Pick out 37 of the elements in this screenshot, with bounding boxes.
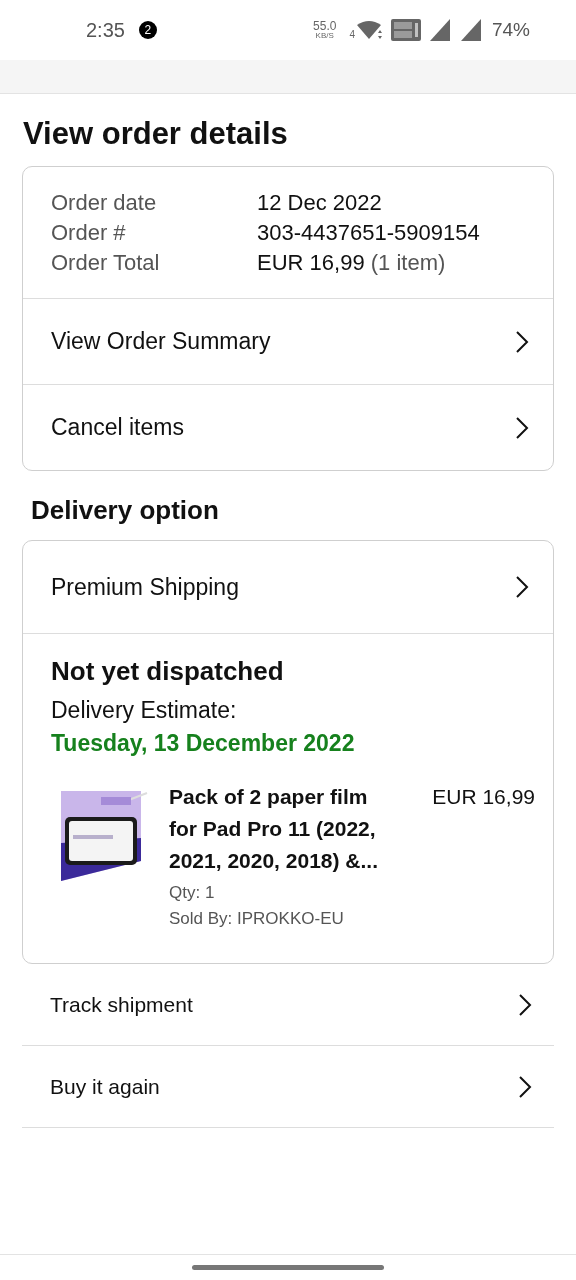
seller: Sold By: IPROKKO-EU bbox=[169, 909, 345, 929]
signal-icon bbox=[460, 19, 483, 41]
shipment-status: Not yet dispatched bbox=[51, 656, 285, 687]
chevron-right-icon bbox=[518, 1074, 532, 1099]
network-speed: 55.0 bbox=[313, 20, 337, 32]
link-row[interactable]: Premium Shipping bbox=[23, 541, 553, 633]
action-row[interactable]: Buy it again bbox=[22, 1046, 554, 1128]
clock-time: 2:35 bbox=[86, 18, 125, 42]
field-value: 12 Dec 2022 bbox=[257, 190, 383, 216]
field-label: Order date bbox=[51, 190, 158, 216]
quantity: Qty: 1 bbox=[169, 883, 216, 903]
item-count: (1 item) bbox=[370, 250, 446, 275]
link-row[interactable]: View Order Summary bbox=[23, 298, 553, 384]
wifi-icon bbox=[355, 20, 382, 40]
field-label: Order Total bbox=[51, 250, 161, 276]
action-row[interactable]: Track shipment bbox=[22, 964, 554, 1046]
field-value: EUR 16,99 bbox=[257, 250, 365, 275]
field-label: Order # bbox=[51, 220, 127, 246]
vowifi-icon bbox=[390, 19, 421, 41]
signal-icon bbox=[429, 19, 452, 41]
notification-badge: 2 bbox=[138, 21, 157, 39]
battery-percentage: 74% bbox=[491, 19, 530, 41]
chevron-right-icon bbox=[515, 329, 529, 354]
section-heading: Delivery option bbox=[31, 495, 220, 526]
product-price: EUR 16,99 bbox=[432, 784, 535, 810]
product-title[interactable]: Pack of 2 paper film for Pad Pro 11 (2022, 2021, 2020, 2018) &... bbox=[169, 781, 401, 877]
chevron-right-icon bbox=[515, 575, 529, 599]
link-row[interactable]: Cancel items bbox=[23, 384, 553, 470]
chevron-right-icon bbox=[515, 415, 529, 440]
chevron-right-icon bbox=[518, 992, 532, 1017]
estimate-date: Tuesday, 13 December 2022 bbox=[51, 730, 356, 757]
gesture-handle[interactable] bbox=[192, 1265, 384, 1270]
page-title: View order details bbox=[23, 116, 289, 152]
wifi-label: 4 bbox=[349, 29, 355, 40]
field-value: 303-4437651-5909154 bbox=[257, 220, 481, 246]
speed-unit: KB/S bbox=[315, 32, 334, 40]
estimate-label: Delivery Estimate: bbox=[51, 697, 238, 724]
